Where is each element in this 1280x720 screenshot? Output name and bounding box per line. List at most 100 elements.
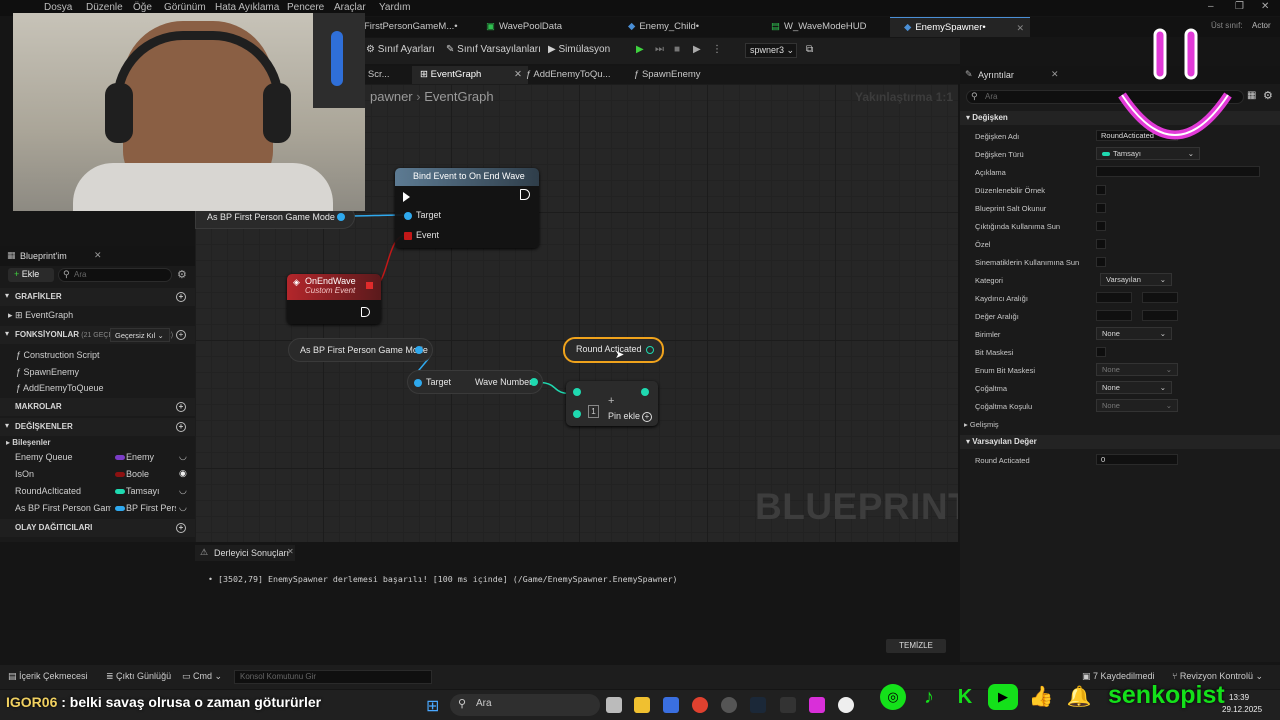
eye-closed-icon[interactable]: ◡ [179, 451, 187, 462]
close-panel-icon[interactable]: ✕ [94, 250, 102, 261]
default-value-section-header[interactable]: ▾ Varsayılan Değer [960, 435, 1280, 449]
step-icon[interactable]: ⏭ [655, 44, 664, 55]
eye-open-icon[interactable]: ◉ [179, 468, 187, 479]
integer-in-pin[interactable] [573, 388, 581, 396]
override-dropdown[interactable]: Geçersiz Kıl ⌄ [110, 328, 170, 342]
add-variable-icon[interactable]: + [176, 422, 186, 432]
eject-icon[interactable]: ▶ [693, 44, 701, 55]
close-tab-icon[interactable]: ✕ [1016, 18, 1024, 38]
clear-button[interactable]: TEMİZLE [886, 639, 946, 653]
class-settings-button[interactable]: ⚙ Sınıf Ayarları [366, 44, 435, 55]
tab-add-enemy-to-queue[interactable]: ƒ AddEnemyToQu... [526, 66, 611, 84]
steam-icon[interactable] [750, 697, 766, 713]
tab-firstpersongamemode[interactable]: FirstPersonGameM...• [360, 17, 462, 37]
event-pin[interactable]: Event [404, 230, 439, 240]
bitmask-checkbox[interactable] [1096, 347, 1106, 357]
simulation-button[interactable]: ▶ Simülasyon [548, 44, 610, 55]
task-view-icon[interactable] [606, 697, 622, 713]
add-dispatcher-icon[interactable]: + [176, 523, 186, 533]
search-input[interactable]: ⚲ Ara [58, 268, 172, 282]
tab-enemyspawner[interactable]: ◆ EnemySpawner• ✕ [890, 17, 1030, 37]
app-icon[interactable] [721, 697, 737, 713]
element-pin[interactable] [573, 410, 581, 418]
bind-event-node[interactable]: Bind Event to On End Wave Target Event [395, 168, 539, 248]
blueprint-readonly-checkbox[interactable] [1096, 203, 1106, 213]
dispatchers-section[interactable]: OLAY DAĞITICILARI + [0, 519, 195, 537]
function-item-spawn-enemy[interactable]: ƒ SpawnEnemy [16, 367, 79, 377]
menu-debug[interactable]: Hata Ayıklama [215, 2, 279, 13]
exec-in-pin[interactable] [403, 192, 410, 202]
parent-class-value[interactable]: Actor [1252, 21, 1271, 30]
variables-section[interactable]: ▾ DEĞİŞKENLER + [0, 418, 195, 436]
integer-out-pin[interactable] [641, 388, 649, 396]
add-pin-label[interactable]: Pin ekle [608, 411, 640, 421]
value-range-max[interactable] [1142, 310, 1178, 321]
maximize-icon[interactable]: ❐ [1235, 1, 1244, 12]
menu-help[interactable]: Yardım [379, 2, 411, 13]
wave-number-getter-node[interactable]: Target Wave Number [407, 370, 543, 394]
tab-spawn-enemy[interactable]: ƒ SpawnEnemy [634, 66, 701, 84]
more-options-icon[interactable]: ⋮ [712, 44, 722, 55]
console-input[interactable]: Konsol Komutunu Gir [234, 670, 432, 684]
file-explorer-icon[interactable] [634, 697, 650, 713]
add-graph-icon[interactable]: + [176, 292, 186, 302]
chrome-icon[interactable] [692, 697, 708, 713]
variable-row[interactable]: RoundAcIticated Tamsayı ◡ [15, 485, 190, 500]
delegate-out-pin[interactable] [366, 282, 373, 289]
tab-enemy-child[interactable]: ◆ Enemy_Child• [614, 17, 754, 37]
advanced-section[interactable]: ▸ Gelişmiş [964, 420, 999, 429]
round-acticated-node[interactable]: Round Acticated ➤ [563, 337, 664, 363]
function-item-add-enemy-to-queue[interactable]: ƒ AddEnemyToQueue [16, 383, 104, 393]
minimize-icon[interactable]: – [1208, 1, 1214, 12]
menu-file[interactable]: Dosya [44, 2, 72, 13]
menu-view[interactable]: Görünüm [164, 2, 206, 13]
debug-object-select[interactable]: spwner3 ⌄ [745, 43, 797, 58]
settings-gear-icon[interactable]: ⚙ [177, 268, 187, 281]
variable-row[interactable]: IsOn Boole ◉ [15, 468, 190, 483]
cmd-dropdown[interactable]: ▭ Cmd ⌄ [182, 671, 222, 682]
taskbar-search[interactable]: ⚲ Ara [450, 694, 600, 716]
class-defaults-button[interactable]: ✎ Sınıf Varsayılanları [446, 44, 541, 55]
graphs-section[interactable]: ▾ GRAFİKLER + [0, 288, 195, 306]
windows-start-icon[interactable]: ⊞ [426, 696, 439, 716]
macros-section[interactable]: MAKROLAR + [0, 398, 195, 416]
replication-condition-dropdown[interactable]: None ⌄ [1096, 399, 1178, 412]
eye-closed-icon[interactable]: ◡ [179, 485, 187, 496]
epic-games-icon[interactable] [780, 697, 796, 713]
replication-dropdown[interactable]: None ⌄ [1096, 381, 1172, 394]
bitmask-enum-dropdown[interactable]: None ⌄ [1096, 363, 1178, 376]
tab-wavemodehud[interactable]: ▤ W_WaveModeHUD [757, 17, 887, 37]
as-bp-first-person-mid-node[interactable]: As BP First Person Game Mode [288, 338, 433, 362]
play-icon[interactable]: ▶ [636, 44, 644, 55]
settings-gear-icon[interactable]: ⚙ [1263, 89, 1273, 102]
menu-edit[interactable]: Düzenle [86, 2, 123, 13]
make-array-node[interactable]: + 1 Pin ekle + [566, 381, 658, 426]
find-object-icon[interactable]: ⧉ [806, 44, 813, 55]
add-macro-icon[interactable]: + [176, 402, 186, 412]
slider-range-max[interactable] [1142, 292, 1178, 303]
stop-icon[interactable]: ■ [674, 44, 680, 55]
grid-view-icon[interactable]: ▦ [1247, 90, 1256, 101]
on-end-wave-node[interactable]: ◈ OnEndWave Custom Event [287, 274, 381, 324]
category-dropdown[interactable]: Varsayılan ⌄ [1100, 273, 1172, 286]
function-item-construction-script[interactable]: ƒ Construction Script [16, 350, 100, 360]
unreal-engine-icon[interactable] [838, 697, 854, 713]
instance-editable-checkbox[interactable] [1096, 185, 1106, 195]
tab-event-graph[interactable]: ⊞ EventGraph ✕ [412, 66, 528, 84]
store-icon[interactable] [663, 697, 679, 713]
exec-out-pin[interactable] [361, 307, 370, 317]
exec-out-pin[interactable] [520, 189, 530, 200]
close-panel-icon[interactable]: ✕ [287, 547, 294, 556]
expose-to-cinematics-checkbox[interactable] [1096, 257, 1106, 267]
private-checkbox[interactable] [1096, 239, 1106, 249]
add-button[interactable]: + Ekle [8, 268, 54, 282]
value-range-min[interactable] [1096, 310, 1132, 321]
variable-row[interactable]: Enemy Queue Enemy ◡ [15, 451, 190, 466]
components-category[interactable]: ▸ Bileşenler [6, 438, 51, 447]
graph-item-eventgraph[interactable]: ▸ ⊞ EventGraph [8, 310, 73, 321]
menu-window[interactable]: Pencere [287, 2, 324, 13]
expose-on-spawn-checkbox[interactable] [1096, 221, 1106, 231]
eye-closed-icon[interactable]: ◡ [179, 503, 187, 513]
variable-row[interactable]: As BP First Person Game BP First Pers ◡ [15, 503, 190, 517]
add-function-icon[interactable]: + [176, 330, 186, 340]
